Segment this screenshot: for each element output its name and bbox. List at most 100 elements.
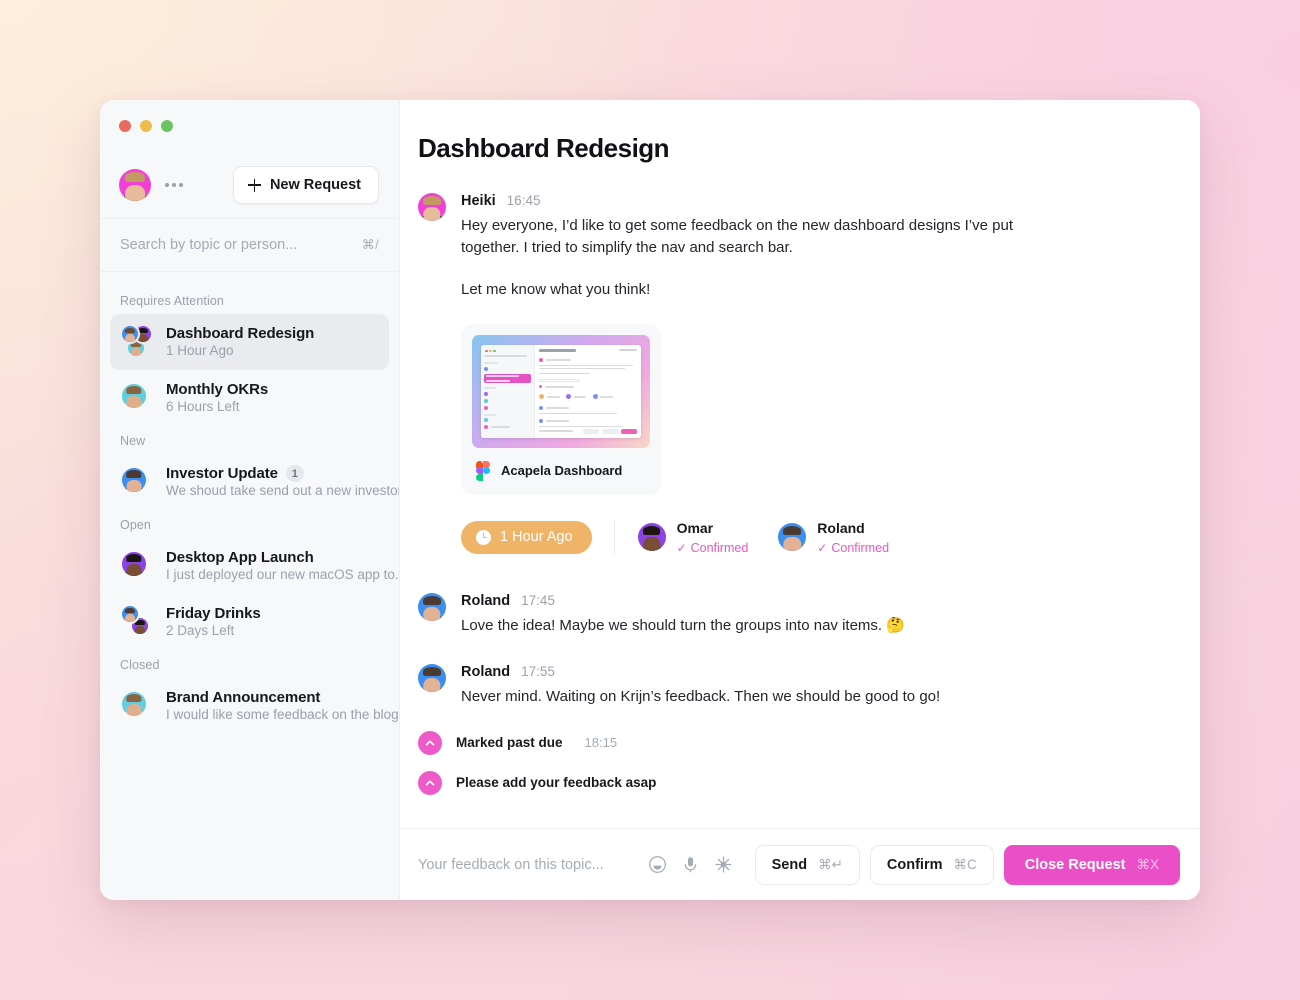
confirmation-name: Roland [817, 519, 865, 536]
search-shortcut-hint: ⌘/ [361, 237, 379, 252]
close-request-label: Close Request [1024, 856, 1126, 873]
message-author: Heiki [461, 193, 496, 209]
sidebar-profile-row: New Request [100, 152, 399, 218]
avatar[interactable] [637, 523, 666, 552]
attachment-preview-image [472, 334, 650, 448]
system-notice: Please add your feedback asap [418, 770, 1160, 795]
confirmation-status-label: Confirmed [690, 540, 749, 555]
confirmation-omar: Omar ✓ Confirmed [637, 519, 749, 557]
confirmation-status: ✓ Confirmed [677, 541, 749, 557]
message-text: Hey everyone, I’d like to get some feedb… [461, 217, 1014, 257]
avatar[interactable] [418, 193, 446, 221]
unread-count-badge: 1 [285, 465, 304, 482]
sparkle-icon[interactable] [714, 855, 733, 874]
group-label-closed: Closed [120, 658, 160, 672]
sidebar-item-friday-drinks[interactable]: Friday Drinks 2 Days Left [110, 594, 389, 650]
avatar-group [120, 548, 154, 582]
plus-icon [247, 178, 261, 192]
confirmation-status: ✓ Confirmed [817, 541, 889, 557]
send-shortcut: ⌘↵ [818, 856, 843, 872]
feedback-input[interactable] [418, 856, 648, 873]
avatar-group [120, 464, 154, 498]
thread-list[interactable]: Requires Attention Dashboard Redesign 1 … [100, 272, 399, 900]
avatar[interactable] [418, 593, 446, 622]
divider [613, 520, 615, 554]
message-time: 17:55 [521, 664, 555, 680]
status-row: 1 Hour Ago Omar ✓ Confirmed Roland ✓ Con… [461, 519, 1160, 557]
avatar[interactable] [778, 523, 807, 552]
avatar-group [120, 604, 154, 638]
avatar [120, 550, 148, 578]
avatar [120, 690, 148, 718]
microphone-icon[interactable] [681, 855, 700, 874]
confirmation-roland: Roland ✓ Confirmed [778, 519, 889, 557]
avatar [120, 382, 148, 410]
avatar[interactable] [119, 169, 151, 201]
figma-icon [476, 460, 490, 481]
system-notice: Marked past due 18:15 [418, 730, 1160, 755]
sidebar-item-monthly-okrs[interactable]: Monthly OKRs 6 Hours Left [110, 370, 389, 426]
message: Roland 17:55 Never mind. Waiting on Krij… [418, 663, 1160, 708]
due-pill[interactable]: 1 Hour Ago [461, 520, 592, 554]
due-label: 1 Hour Ago [500, 529, 573, 546]
close-request-button[interactable]: Close Request ⌘X [1003, 844, 1180, 885]
zoom-window-button[interactable] [161, 120, 173, 132]
close-request-shortcut: ⌘X [1136, 856, 1159, 872]
thread-subtitle: 2 Days Left [166, 623, 235, 638]
thread-title: Friday Drinks [166, 605, 261, 622]
window-titlebar [100, 100, 399, 152]
close-window-button[interactable] [119, 120, 131, 132]
avatar[interactable] [418, 664, 446, 693]
emoji-icon[interactable] [648, 855, 667, 874]
group-label-requires-attention: Requires Attention [120, 294, 224, 308]
attachment-card[interactable]: Acapela Dashboard [461, 323, 661, 495]
minimize-window-button[interactable] [140, 120, 152, 132]
confirmation-status-label: Confirmed [831, 540, 890, 555]
composer-icons [648, 855, 733, 874]
main-panel: Dashboard Redesign Heiki 16:45 Hey every… [400, 100, 1200, 900]
message-author: Roland [461, 593, 511, 610]
thread-subtitle: 1 Hour Ago [166, 343, 234, 358]
sidebar-item-desktop-app-launch[interactable]: Desktop App Launch I just deployed our n… [110, 538, 399, 594]
message-thread[interactable]: Dashboard Redesign Heiki 16:45 Hey every… [400, 100, 1200, 828]
message-time: 17:45 [521, 593, 555, 609]
group-label-new: New [120, 434, 146, 448]
check-icon: ✓ [817, 541, 828, 556]
page-title: Dashboard Redesign [418, 133, 670, 163]
thread-title: Desktop App Launch [166, 549, 314, 566]
attachment-name: Acapela Dashboard [501, 463, 623, 479]
send-label: Send [771, 856, 808, 873]
thread-subtitle: We shoud take send out a new investor... [166, 483, 399, 498]
confirm-button[interactable]: Confirm ⌘C [869, 844, 994, 885]
new-request-button[interactable]: New Request [232, 166, 379, 204]
search-input[interactable] [120, 237, 362, 253]
sidebar-item-investor-update[interactable]: Investor Update 1 We shoud take send out… [110, 454, 399, 510]
thread-subtitle: I would like some feedback on the blog..… [166, 707, 399, 722]
profile-options-icon[interactable] [161, 177, 187, 193]
confirmation-name: Omar [676, 519, 714, 536]
thread-title: Investor Update [166, 465, 278, 482]
message: Heiki 16:45 Hey everyone, I’d like to ge… [418, 192, 1160, 556]
group-label-open: Open [120, 518, 151, 532]
sidebar-item-dashboard-redesign[interactable]: Dashboard Redesign 1 Hour Ago [110, 314, 389, 370]
avatar [120, 466, 148, 494]
attachment-preview-mini-app [481, 344, 641, 438]
avatar [120, 604, 140, 624]
send-button[interactable]: Send ⌘↵ [754, 844, 860, 885]
notice-text: Please add your feedback asap [456, 775, 657, 791]
message-text: Love the idea! Maybe we should turn the … [461, 617, 905, 635]
message-text: Let me know what you think! [461, 281, 651, 299]
thread-title: Dashboard Redesign [166, 325, 315, 342]
message-time: 16:45 [506, 193, 541, 208]
sidebar-item-brand-announcement[interactable]: Brand Announcement I would like some fee… [110, 678, 399, 734]
new-request-label: New Request [269, 177, 361, 193]
avatar-group [120, 688, 154, 722]
chevron-up-icon [418, 770, 442, 795]
message-text: Never mind. Waiting on Krijn’s feedback.… [461, 688, 941, 706]
search-row[interactable]: ⌘/ [100, 218, 399, 272]
thread-subtitle: I just deployed our new macOS app to... [166, 567, 399, 582]
avatar-group [120, 380, 154, 414]
app-window: New Request ⌘/ Requires Attention Dashbo… [100, 100, 1200, 900]
notice-text: Marked past due [456, 735, 563, 751]
message: Roland 17:45 Love the idea! Maybe we sho… [418, 592, 1160, 637]
